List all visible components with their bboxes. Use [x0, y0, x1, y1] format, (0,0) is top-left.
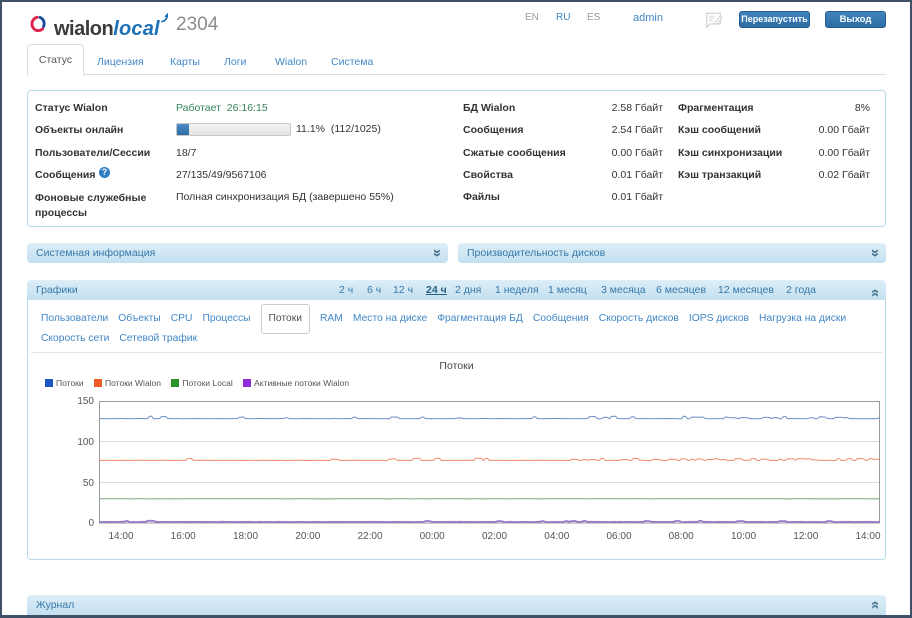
- svg-text:18:00: 18:00: [233, 531, 258, 542]
- svg-text:06:00: 06:00: [606, 531, 631, 542]
- svg-text:02:00: 02:00: [482, 531, 507, 542]
- svg-text:150: 150: [77, 396, 94, 407]
- svg-text:00:00: 00:00: [420, 531, 445, 542]
- svg-text:04:00: 04:00: [544, 531, 569, 542]
- svg-text:14:00: 14:00: [108, 531, 133, 542]
- svg-text:0: 0: [88, 518, 94, 529]
- svg-text:16:00: 16:00: [171, 531, 196, 542]
- svg-text:22:00: 22:00: [357, 531, 382, 542]
- svg-text:10:00: 10:00: [731, 531, 756, 542]
- svg-text:50: 50: [83, 478, 95, 489]
- svg-text:100: 100: [77, 437, 94, 448]
- svg-text:14:00: 14:00: [855, 531, 880, 542]
- svg-text:20:00: 20:00: [295, 531, 320, 542]
- svg-text:12:00: 12:00: [793, 531, 818, 542]
- svg-text:08:00: 08:00: [669, 531, 694, 542]
